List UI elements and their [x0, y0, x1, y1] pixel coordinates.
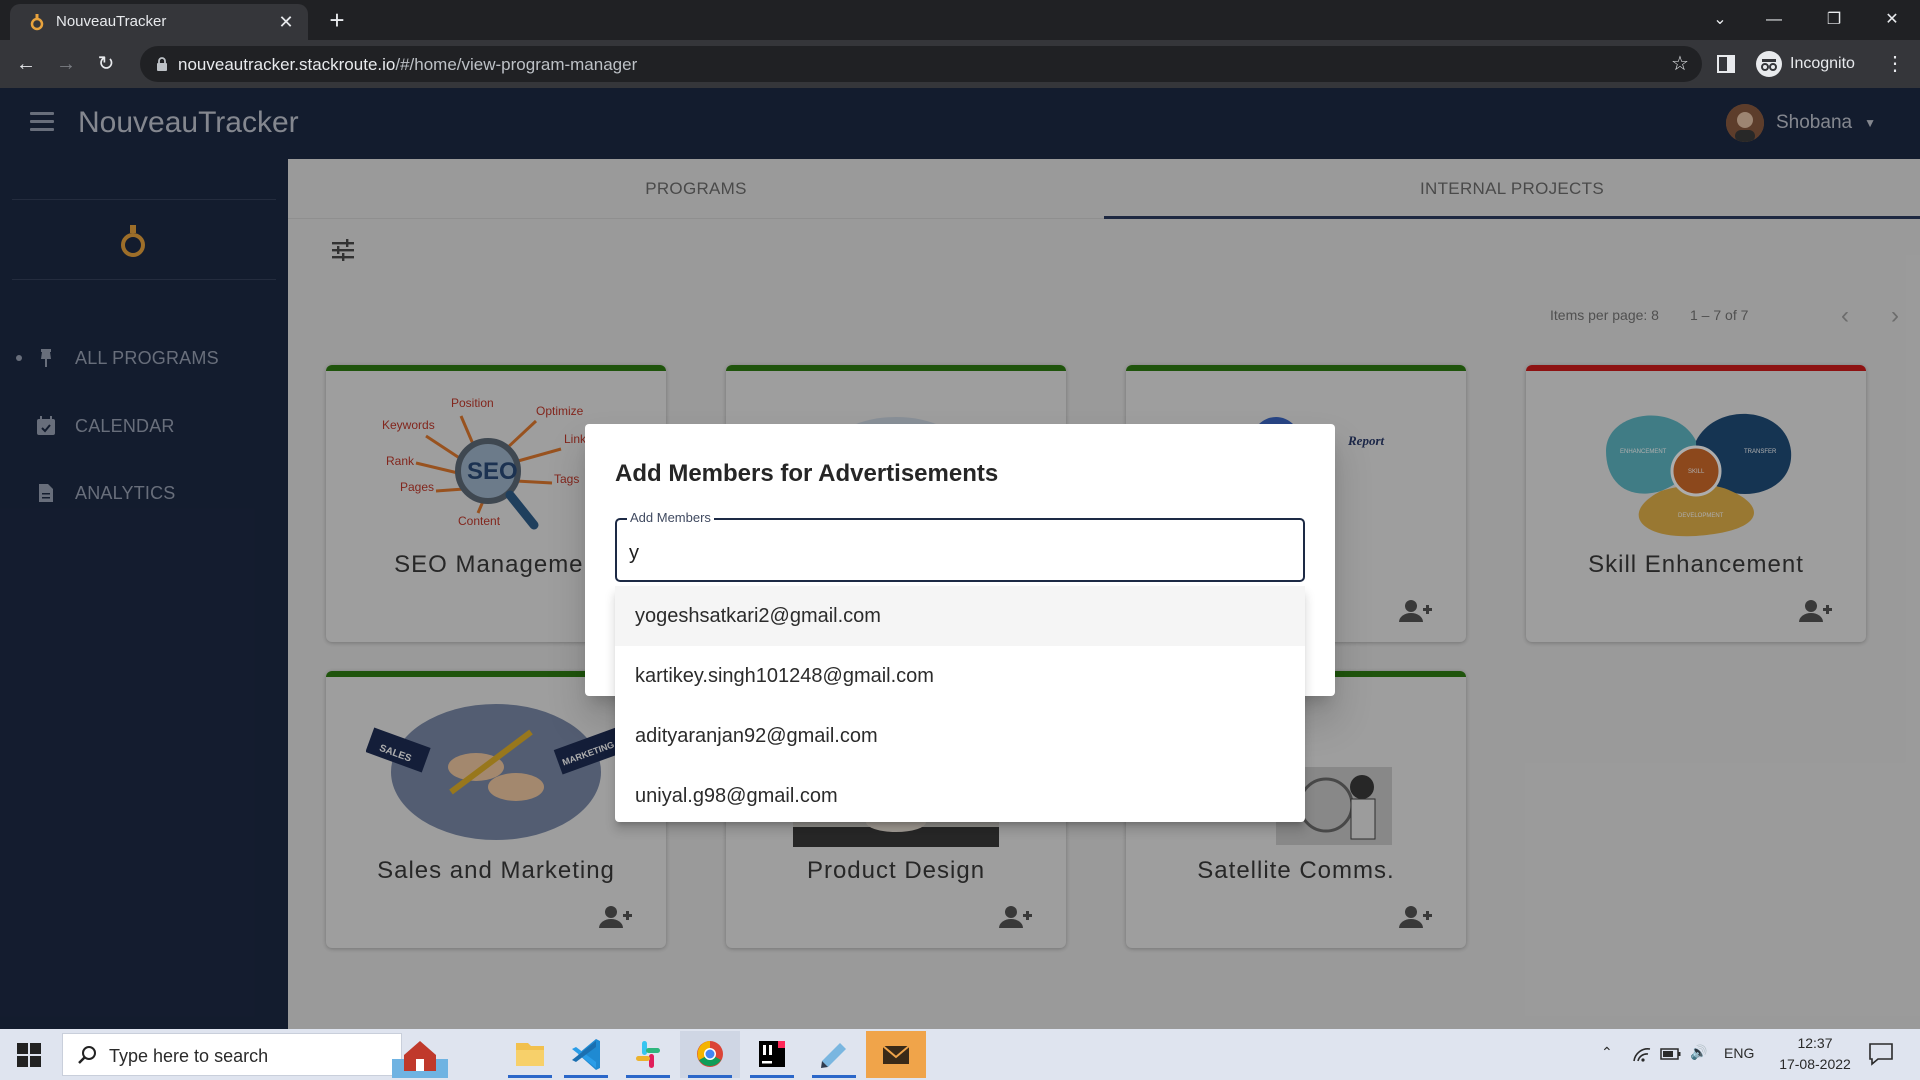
app-favicon-icon — [30, 14, 44, 31]
slack-app[interactable] — [618, 1031, 678, 1078]
close-window-icon[interactable]: ✕ — [1872, 4, 1912, 36]
folder-icon — [516, 1043, 544, 1066]
system-clock[interactable]: 12:37 17-08-2022 — [1768, 1033, 1862, 1075]
bookmark-star-icon[interactable]: ☆ — [1668, 52, 1692, 76]
browser-toolbar: ← → ↻ nouveautracker.stackroute.io/#/hom… — [0, 40, 1920, 88]
windows-taskbar: Type here to search ⌃ 🔊 ENG 12:37 17-08-… — [0, 1029, 1920, 1080]
clock-time: 12:37 — [1797, 1035, 1833, 1051]
side-panel-icon[interactable] — [1716, 54, 1736, 74]
browser-menu-icon[interactable]: ⋮ — [1880, 48, 1910, 80]
reload-icon[interactable]: ↻ — [90, 48, 122, 80]
add-members-input[interactable] — [629, 542, 1289, 565]
back-icon[interactable]: ← — [10, 48, 42, 80]
notepad-app[interactable] — [804, 1031, 864, 1078]
incognito-icon — [1756, 51, 1782, 77]
dialog-title: Add Members for Advertisements — [615, 460, 999, 487]
autocomplete-option[interactable]: kartikey.singh101248@gmail.com — [615, 646, 1305, 706]
volume-icon[interactable]: 🔊 — [1690, 1044, 1707, 1061]
browser-tab[interactable]: NouveauTracker ✕ — [10, 4, 308, 40]
notifications-icon[interactable] — [1868, 1042, 1894, 1066]
incognito-profile[interactable]: Incognito — [1756, 48, 1855, 80]
chrome-app[interactable] — [680, 1031, 740, 1078]
running-indicator — [626, 1075, 670, 1078]
profile-label: Incognito — [1790, 55, 1855, 72]
weather-widget-icon[interactable] — [390, 1031, 450, 1078]
new-tab-icon[interactable]: + — [322, 6, 352, 36]
mail-icon — [882, 1045, 910, 1064]
address-bar[interactable]: nouveautracker.stackroute.io/#/home/view… — [140, 46, 1702, 82]
search-icon — [78, 1046, 96, 1064]
battery-icon[interactable] — [1660, 1047, 1682, 1061]
running-indicator — [750, 1075, 794, 1078]
autocomplete-option[interactable]: adityaranjan92@gmail.com — [615, 706, 1305, 766]
running-indicator — [564, 1075, 608, 1078]
forward-icon[interactable]: → — [50, 48, 82, 80]
close-tab-icon[interactable]: ✕ — [274, 10, 298, 34]
language-indicator[interactable]: ENG — [1724, 1045, 1754, 1061]
url-text: nouveautracker.stackroute.io/#/home/view… — [178, 55, 638, 74]
notepad-icon — [821, 1043, 846, 1068]
browser-tab-title: NouveauTracker — [56, 13, 167, 30]
file-explorer-app[interactable] — [500, 1031, 560, 1078]
autocomplete-panel: yogeshsatkari2@gmail.com kartikey.singh1… — [615, 586, 1305, 822]
autocomplete-option[interactable]: uniyal.g98@gmail.com — [615, 766, 1305, 826]
running-indicator — [812, 1075, 856, 1078]
intellij-icon — [759, 1041, 785, 1067]
vscode-app[interactable] — [556, 1031, 616, 1078]
restore-icon[interactable]: ❐ — [1814, 4, 1854, 36]
running-indicator — [508, 1075, 552, 1078]
mail-app[interactable] — [866, 1031, 926, 1078]
minimize-icon[interactable]: — — [1754, 4, 1794, 36]
chrome-icon — [697, 1041, 723, 1067]
taskbar-search-box[interactable]: Type here to search — [62, 1033, 402, 1076]
lock-icon — [157, 57, 167, 71]
chevron-up-icon[interactable]: ⌃ — [1601, 1044, 1613, 1061]
intellij-app[interactable] — [742, 1031, 802, 1078]
network-icon[interactable] — [1632, 1045, 1652, 1063]
browser-tabstrip: NouveauTracker ✕ + ⌄ — ❐ ✕ — [0, 0, 1920, 40]
clock-date: 17-08-2022 — [1779, 1056, 1851, 1072]
tab-search-icon[interactable]: ⌄ — [1700, 4, 1740, 36]
autocomplete-option[interactable]: yogeshsatkari2@gmail.com — [615, 586, 1305, 646]
running-indicator — [688, 1075, 732, 1078]
slack-icon — [636, 1041, 660, 1068]
search-placeholder: Type here to search — [109, 1046, 269, 1066]
vscode-icon — [572, 1039, 600, 1070]
field-label: Add Members — [627, 510, 714, 525]
windows-start-icon[interactable] — [16, 1042, 42, 1068]
add-members-field[interactable]: Add Members — [615, 510, 1305, 582]
